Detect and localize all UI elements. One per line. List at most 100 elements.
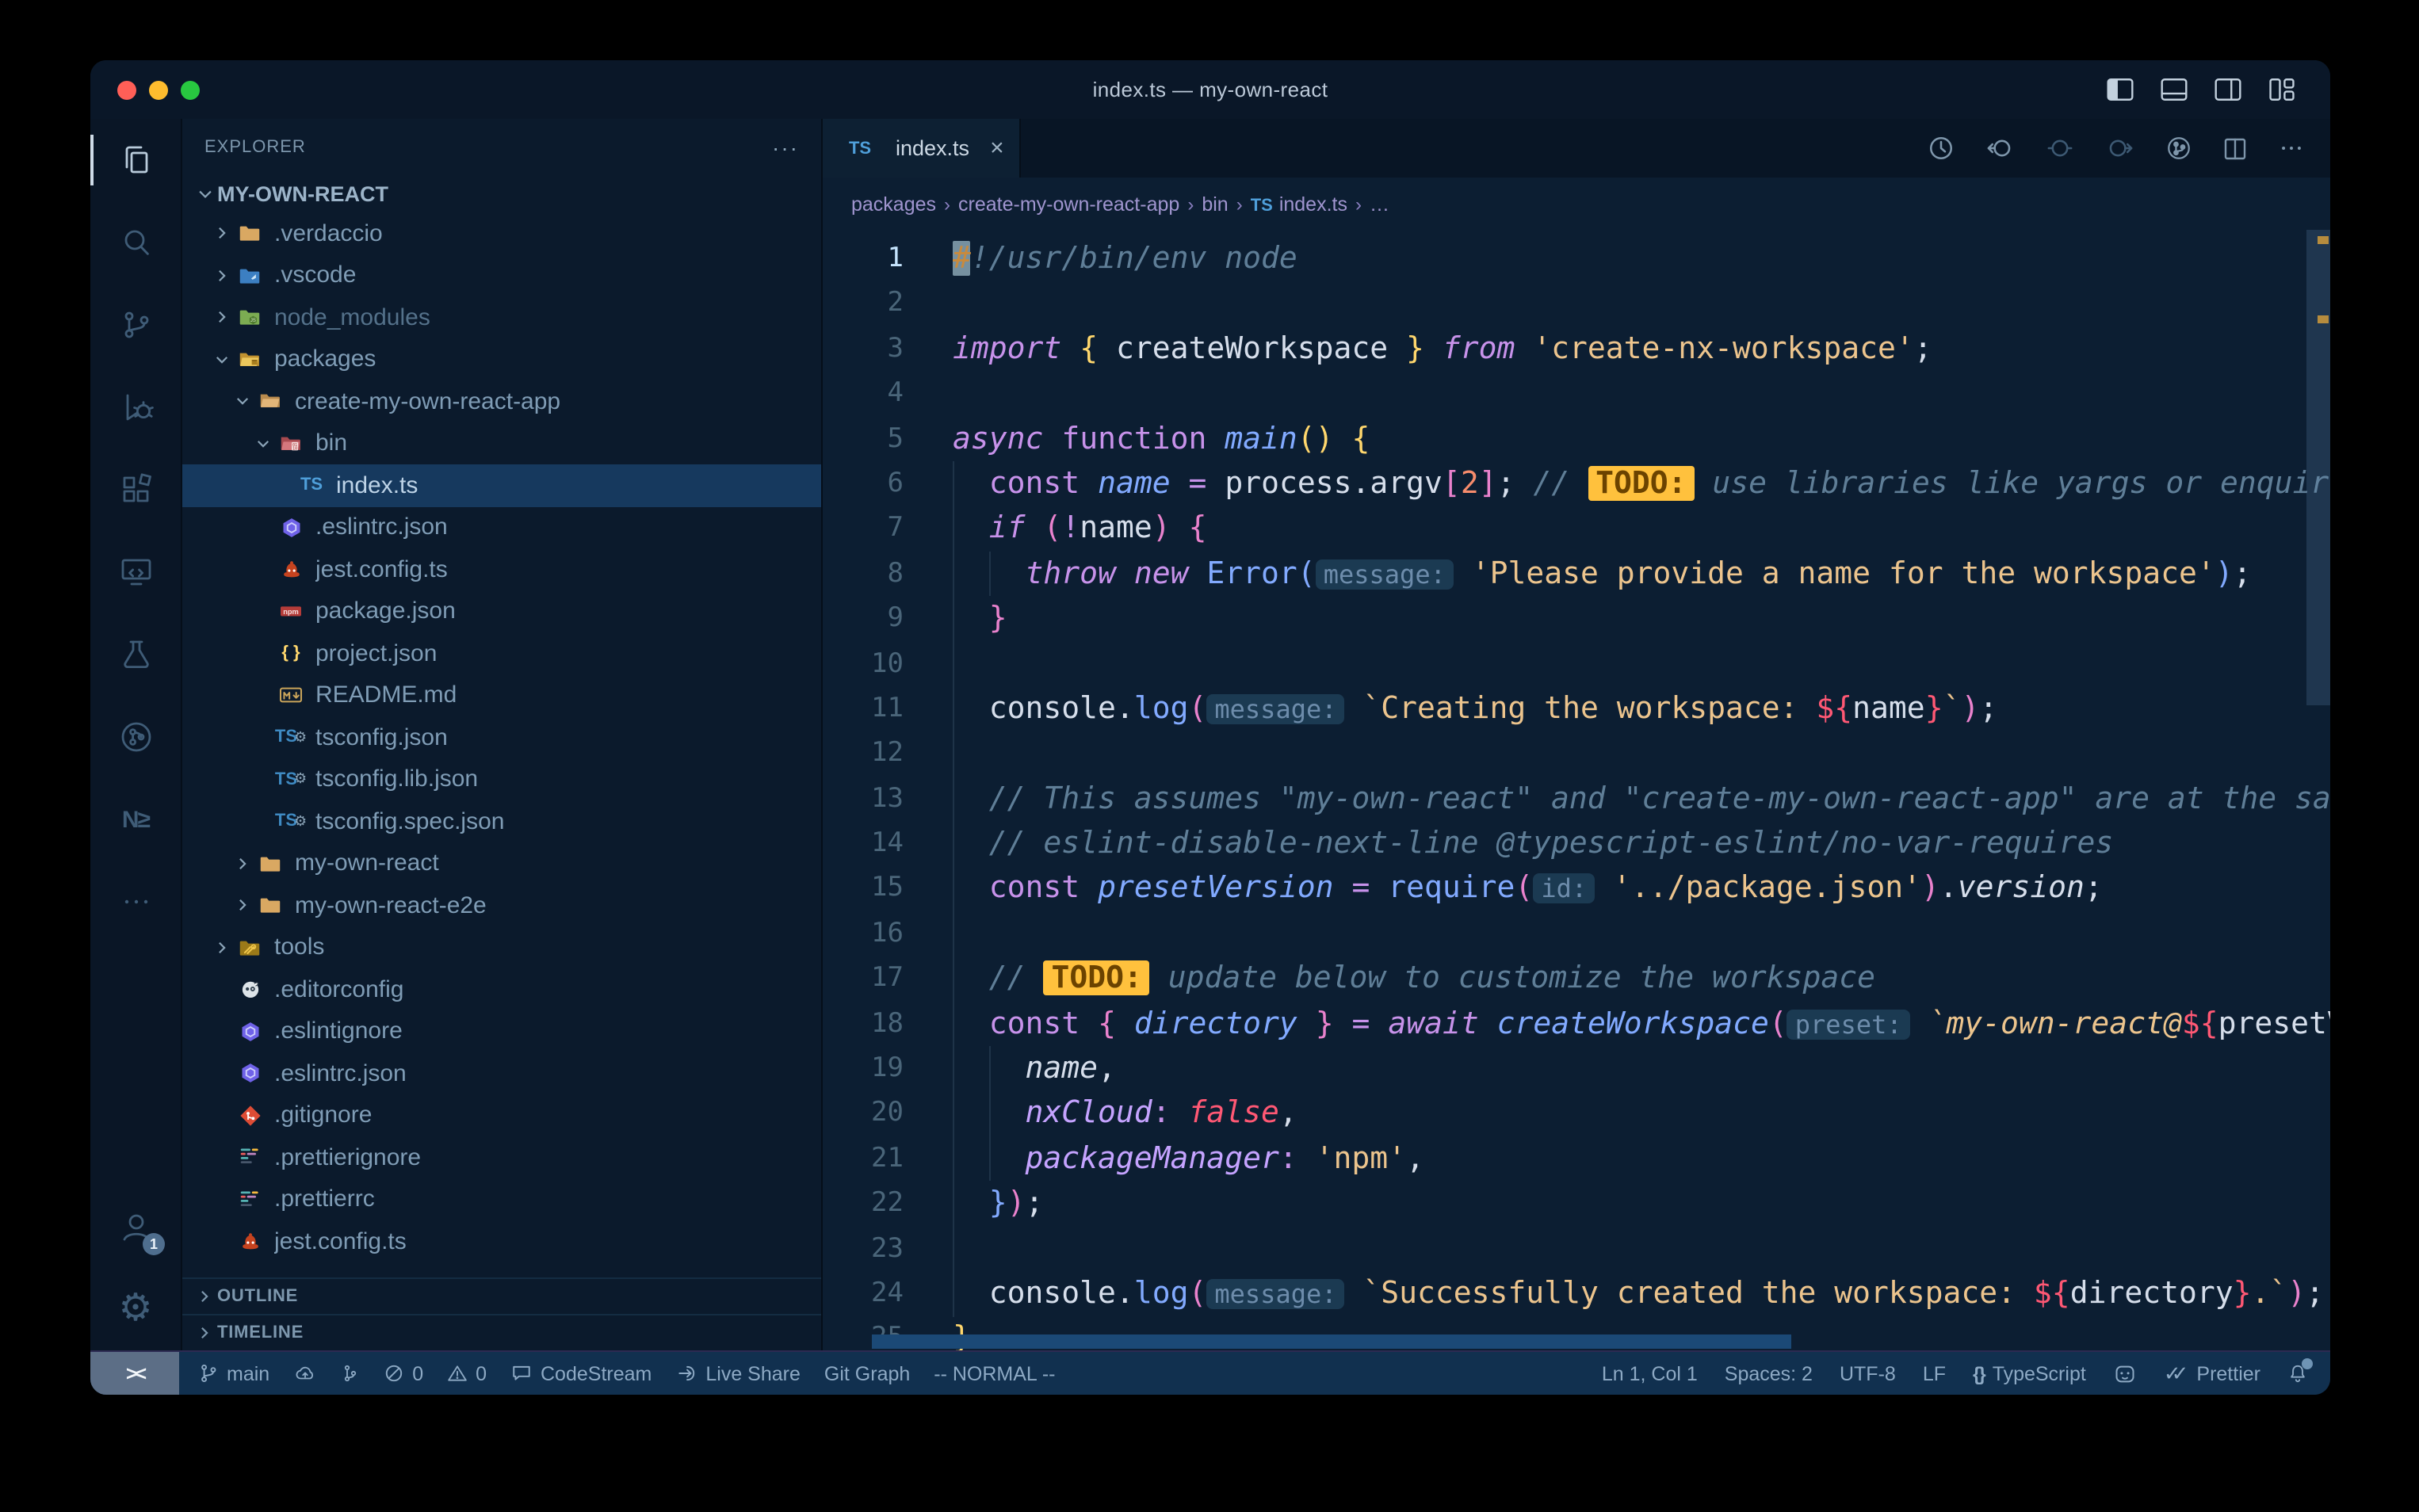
activity-more-icon[interactable] (90, 861, 181, 943)
activity-source-control-icon[interactable] (90, 284, 181, 366)
activity-settings-icon[interactable]: ⚙ (90, 1268, 181, 1350)
status-label: 0 (476, 1362, 487, 1384)
layout-grid-icon[interactable] (2268, 78, 2295, 101)
tree-item-tsconfig.spec.json[interactable]: TS⚙tsconfig.spec.json (182, 800, 821, 842)
status-vim-mode[interactable]: -- NORMAL -- (934, 1362, 1055, 1384)
activity-run-debug-icon[interactable] (90, 366, 181, 449)
tree-item-jest.config.ts[interactable]: jest.config.ts (182, 548, 821, 590)
breadcrumb-item[interactable]: create-my-own-react-app (958, 193, 1179, 215)
activity-explorer-icon[interactable] (90, 119, 181, 201)
breadcrumb-item[interactable]: packages (851, 193, 936, 215)
tree-item-label: jest.config.ts (274, 1228, 407, 1255)
tree-item-index.ts[interactable]: TSindex.ts (182, 464, 821, 506)
sidebar-section-outline[interactable]: OUTLINE (182, 1277, 821, 1314)
status-git-graph[interactable]: Git Graph (824, 1362, 910, 1384)
code-line-3: 3import { createWorkspace } from 'create… (823, 326, 2330, 372)
tree-item-project.json[interactable]: { }project.json (182, 632, 821, 674)
line-number: 1 (823, 236, 904, 281)
breadcrumb-item[interactable]: … (1370, 193, 1389, 215)
chevron-down-icon (250, 436, 276, 452)
inlay-hint: message: (1206, 694, 1344, 724)
tree-item-.verdaccio[interactable]: .verdaccio (182, 212, 821, 254)
overview-todo-mark (2318, 315, 2329, 323)
activity-remote-explorer-icon[interactable] (90, 531, 181, 613)
code-text: console.log(message: `Creating the works… (953, 686, 1997, 731)
chevron-right-icon (192, 1325, 217, 1341)
layout-sidebar-right-icon[interactable] (2215, 78, 2241, 101)
navigate-circle-icon[interactable] (2045, 135, 2075, 162)
status-codestream[interactable]: CodeStream (510, 1362, 652, 1384)
status-cursor-position[interactable]: Ln 1, Col 1 (1602, 1362, 1698, 1384)
tree-item-label: my-own-react-e2e (295, 892, 487, 919)
status-notifications[interactable] (2287, 1363, 2308, 1384)
status-live-share[interactable]: Live Share (675, 1362, 801, 1384)
warning-triangle-icon (447, 1363, 468, 1384)
tree-item-create-my-own-react-app[interactable]: create-my-own-react-app (182, 380, 821, 422)
close-tab-icon[interactable]: × (990, 135, 1004, 162)
activity-search-icon[interactable] (90, 201, 181, 284)
tree-item-node-modules[interactable]: JSnode_modules (182, 296, 821, 338)
status-github[interactable] (2113, 1362, 2137, 1384)
source-control-circle-icon[interactable] (2165, 135, 2192, 162)
layout-panel-icon[interactable] (2161, 78, 2188, 101)
split-editor-icon[interactable] (2222, 136, 2248, 161)
tree-item-.prettierrc[interactable]: .prettierrc (182, 1178, 821, 1220)
inlay-hint: id: (1533, 874, 1595, 904)
status-errors[interactable]: 0 (384, 1362, 423, 1384)
more-ellipsis-icon[interactable] (2278, 135, 2305, 162)
tab-index-ts[interactable]: TS index.ts × (823, 119, 1022, 178)
status-warnings[interactable]: 0 (447, 1362, 487, 1384)
navigate-forward-icon[interactable] (2105, 135, 2135, 162)
tree-item-jest.config.ts[interactable]: jest.config.ts (182, 1220, 821, 1262)
status-git-branch[interactable]: main (198, 1362, 269, 1384)
layout-sidebar-left-icon[interactable] (2107, 78, 2134, 101)
status-label: main (227, 1362, 269, 1384)
tree-item-packages[interactable]: packages (182, 338, 821, 380)
breadcrumb-item[interactable]: TSindex.ts (1251, 193, 1347, 215)
breadcrumb-item[interactable]: bin (1202, 193, 1228, 215)
status-language-mode[interactable]: {}TypeScript (1973, 1362, 2086, 1384)
tree-item-tools[interactable]: tools (182, 926, 821, 968)
status-encoding[interactable]: UTF-8 (1840, 1362, 1896, 1384)
activity-nx-console-icon[interactable]: N≥ (90, 778, 181, 861)
navigate-back-icon[interactable] (1985, 135, 2015, 162)
tree-item-.vscode[interactable]: .vscode (182, 254, 821, 296)
tree-item-my-own-react-e2e[interactable]: my-own-react-e2e (182, 884, 821, 926)
horizontal-scrollbar[interactable] (872, 1334, 1791, 1349)
tree-item-tsconfig.json[interactable]: TS⚙tsconfig.json (182, 716, 821, 758)
tree-item-my-own-react[interactable]: my-own-react (182, 842, 821, 884)
explorer-more-icon[interactable]: ··· (772, 134, 799, 159)
tree-item-label: tsconfig.spec.json (315, 808, 504, 835)
eslint-icon (276, 517, 306, 539)
status-git-actions[interactable] (341, 1363, 360, 1384)
tree-item-label: tsconfig.lib.json (315, 766, 478, 793)
remote-indicator[interactable]: >< (90, 1352, 179, 1395)
sidebar-section-timeline[interactable]: TIMELINE (182, 1314, 821, 1350)
tree-item-bin[interactable]: 0110bin (182, 422, 821, 464)
tree-item-.eslintignore[interactable]: .eslintignore (182, 1010, 821, 1052)
tree-item-label: node_modules (274, 304, 430, 331)
tree-item-.eslintrc.json[interactable]: .eslintrc.json (182, 1052, 821, 1094)
status-formatter[interactable]: ✓✓Prettier (2164, 1361, 2260, 1386)
tree-item-readme.md[interactable]: README.md (182, 674, 821, 716)
tree-item-tsconfig.lib.json[interactable]: TS⚙tsconfig.lib.json (182, 758, 821, 800)
scrollbar-slider[interactable] (2306, 230, 2330, 705)
code-line-10: 10 (823, 641, 2330, 686)
activity-accounts-icon[interactable]: 1 (90, 1186, 181, 1268)
tree-item-.prettierignore[interactable]: .prettierignore (182, 1136, 821, 1178)
activity-git-graph-icon[interactable] (90, 696, 181, 778)
status-eol[interactable]: LF (1923, 1362, 1946, 1384)
tree-root-folder[interactable]: MY-OWN-REACT (182, 174, 821, 212)
tree-item-.eslintrc.json[interactable]: .eslintrc.json (182, 506, 821, 548)
activity-extensions-icon[interactable] (90, 449, 181, 531)
tree-item-.editorconfig[interactable]: .editorconfig (182, 968, 821, 1010)
indent-guide (989, 552, 991, 597)
activity-testing-icon[interactable] (90, 613, 181, 696)
timeline-history-icon[interactable] (1928, 135, 1955, 162)
status-sync-publish[interactable] (293, 1363, 317, 1384)
status-indentation[interactable]: Spaces: 2 (1725, 1362, 1813, 1384)
vertical-scrollbar[interactable] (2306, 230, 2330, 1350)
tree-item-.gitignore[interactable]: .gitignore (182, 1094, 821, 1136)
tree-item-package.json[interactable]: npmpackage.json (182, 590, 821, 632)
code-editor[interactable]: 1#!/usr/bin/env node23import { createWor… (823, 230, 2330, 1350)
